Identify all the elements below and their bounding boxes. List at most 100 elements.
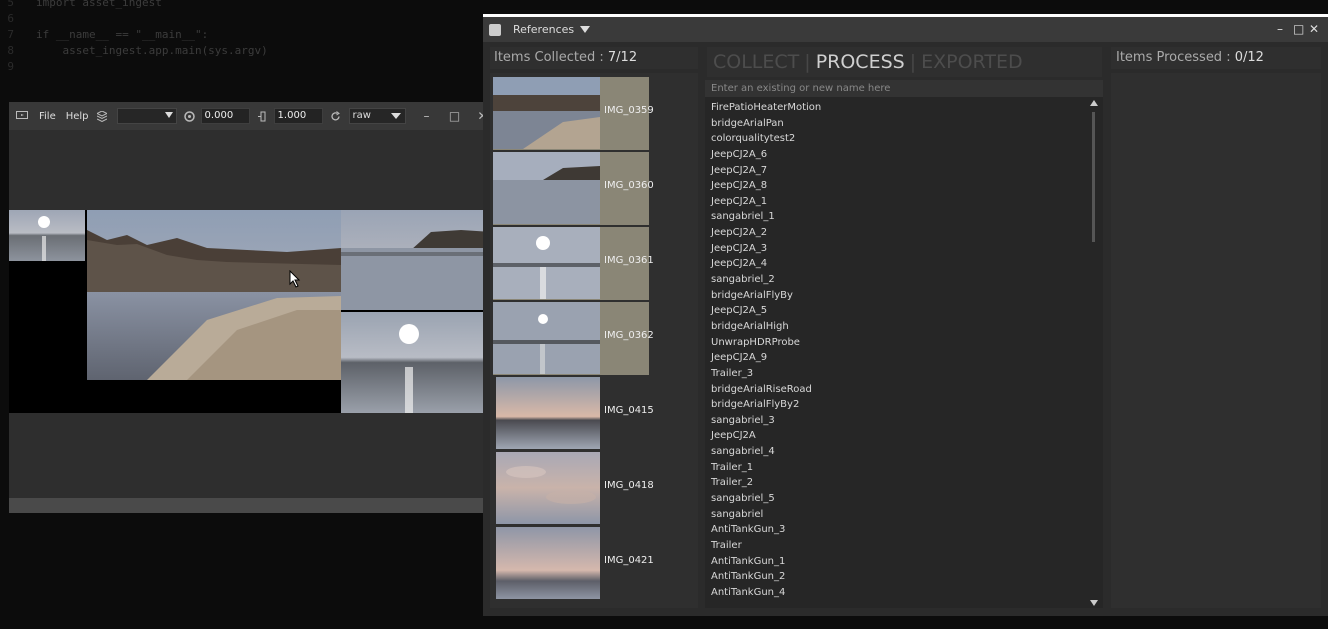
viewer-horizontal-scrollbar[interactable] [9, 498, 492, 513]
thumbnail-name: IMG_0418 [604, 480, 654, 491]
list-item[interactable]: sangabriel_3 [711, 413, 1091, 429]
help-menu[interactable]: Help [66, 111, 89, 122]
thumbnail-name: IMG_0359 [604, 105, 654, 116]
list-item[interactable]: FirePatioHeaterMotion [711, 100, 1091, 116]
scroll-down-icon[interactable] [1090, 600, 1098, 606]
tab-process[interactable]: PROCESS [816, 51, 905, 73]
tab-separator: | [804, 51, 811, 73]
list-item[interactable]: JeepCJ2A_1 [711, 194, 1091, 210]
gamma-input[interactable]: 1.000 [273, 108, 323, 124]
list-item[interactable]: AntiTankGun_3 [711, 522, 1091, 538]
list-item[interactable]: IMG_0421 [493, 527, 654, 600]
viewer-canvas[interactable] [9, 210, 492, 413]
colorspace-select[interactable]: raw [348, 108, 406, 124]
tab-collect[interactable]: COLLECT [713, 51, 799, 73]
list-item[interactable]: bridgeArialFlyBy2 [711, 397, 1091, 413]
list-item[interactable]: JeepCJ2A_6 [711, 147, 1091, 163]
colorspace-value: raw [352, 110, 371, 121]
window-title[interactable]: References [513, 23, 574, 36]
thumbnail-image [493, 77, 600, 149]
list-item[interactable]: sangabriel_1 [711, 209, 1091, 225]
maximize-icon[interactable]: □ [448, 109, 462, 123]
minimize-icon[interactable]: – [1277, 22, 1283, 36]
list-item[interactable]: IMG_0360 [493, 152, 654, 225]
close-icon[interactable]: ✕ [1309, 22, 1319, 36]
items-processed-value: 0/12 [1234, 50, 1264, 65]
scroll-up-icon[interactable] [1090, 100, 1098, 106]
thumbnail-image [493, 302, 600, 374]
list-item[interactable]: JeepCJ2A_3 [711, 241, 1091, 257]
chevron-down-icon [164, 112, 173, 118]
list-item[interactable]: JeepCJ2A_2 [711, 225, 1091, 241]
search-placeholder: Enter an existing or new name here [711, 83, 891, 94]
thumbnail-image [493, 227, 600, 299]
list-item[interactable]: UnwrapHDRProbe [711, 335, 1091, 351]
chevron-down-icon [390, 113, 401, 119]
names-list-scrollbar[interactable] [1089, 100, 1099, 606]
list-item[interactable]: Trailer_2 [711, 475, 1091, 491]
gain-input[interactable]: 0.000 [200, 108, 250, 124]
mouse-cursor-icon [289, 270, 301, 288]
list-item[interactable]: AntiTankGun_1 [711, 554, 1091, 570]
list-item[interactable]: bridgeArialFlyBy [711, 288, 1091, 304]
list-item[interactable]: IMG_0361 [493, 227, 654, 300]
code-line-text: if __name__ == "__main__": [36, 28, 209, 41]
file-menu[interactable]: File [39, 111, 56, 122]
names-list: FirePatioHeaterMotion bridgeArialPan color… [711, 100, 1091, 601]
tab-separator: | [909, 51, 917, 73]
items-collected-value: 7/12 [607, 50, 638, 65]
contrast-icon[interactable] [256, 109, 270, 123]
thumbnail-name: IMG_0361 [604, 255, 654, 266]
tab-exported[interactable]: EXPORTED [921, 51, 1023, 73]
list-item[interactable]: JeepCJ2A_4 [711, 256, 1091, 272]
scrollbar-thumb[interactable] [1092, 112, 1095, 242]
code-line-number: 8 [7, 44, 14, 57]
list-item[interactable]: sangabriel_2 [711, 272, 1091, 288]
image-tile-main [87, 210, 341, 380]
items-processed-label: Items Processed : [1116, 50, 1231, 65]
list-item[interactable]: JeepCJ2A [711, 428, 1091, 444]
list-item[interactable]: AntiTankGun_4 [711, 585, 1091, 601]
list-item[interactable]: Trailer [711, 538, 1091, 554]
list-item[interactable]: Trailer_1 [711, 460, 1091, 476]
layers-icon[interactable] [95, 109, 109, 123]
items-collected-label: Items Collected : [494, 50, 604, 65]
processed-items-list [1111, 73, 1321, 608]
list-item[interactable]: IMG_0359 [493, 77, 654, 150]
list-item[interactable]: bridgeArialRiseRoad [711, 382, 1091, 398]
list-item[interactable]: sangabriel_5 [711, 491, 1091, 507]
thumbnail-name: IMG_0360 [604, 180, 654, 191]
name-picker-panel: Enter an existing or new name here FireP… [705, 80, 1103, 608]
list-item[interactable]: IMG_0418 [493, 452, 654, 525]
collected-items-list: IMG_0359 IMG_0360 IMG_0361 IMG_0362 IMG_… [490, 73, 698, 608]
refresh-icon[interactable] [329, 109, 343, 123]
list-item[interactable]: sangabriel_4 [711, 444, 1091, 460]
list-item[interactable]: JeepCJ2A_8 [711, 178, 1091, 194]
thumbnail-name: IMG_0415 [604, 405, 654, 416]
layer-select[interactable] [116, 108, 177, 124]
name-search-input[interactable]: Enter an existing or new name here [705, 80, 1103, 97]
list-item[interactable]: JeepCJ2A_5 [711, 303, 1091, 319]
references-window: References – □ ✕ Items Collected : 7/12 … [483, 14, 1328, 616]
list-item[interactable]: JeepCJ2A_7 [711, 163, 1091, 179]
list-item[interactable]: JeepCJ2A_9 [711, 350, 1091, 366]
code-line-text: asset_ingest.app.main(sys.argv) [36, 44, 268, 57]
image-tile-lake [341, 210, 492, 310]
chevron-down-icon[interactable] [580, 26, 591, 33]
list-item[interactable]: AntiTankGun_2 [711, 569, 1091, 585]
aperture-icon[interactable] [183, 109, 197, 123]
list-item[interactable]: bridgeArialPan [711, 116, 1091, 132]
maximize-icon[interactable]: □ [1293, 22, 1304, 36]
image-tile-sun [341, 312, 492, 413]
list-item[interactable]: IMG_0415 [493, 377, 654, 450]
minimize-icon[interactable]: – [420, 109, 434, 123]
list-item[interactable]: IMG_0362 [493, 302, 654, 375]
list-item[interactable]: sangabriel [711, 507, 1091, 523]
list-item[interactable]: Trailer_3 [711, 366, 1091, 382]
list-item[interactable]: bridgeArialHigh [711, 319, 1091, 335]
references-titlebar: References – □ ✕ [483, 17, 1328, 42]
code-line-text: import asset_ingest [36, 0, 162, 9]
list-item[interactable]: colorqualitytest2 [711, 131, 1091, 147]
thumbnail-image [496, 452, 600, 524]
thumbnail-image [496, 527, 600, 599]
